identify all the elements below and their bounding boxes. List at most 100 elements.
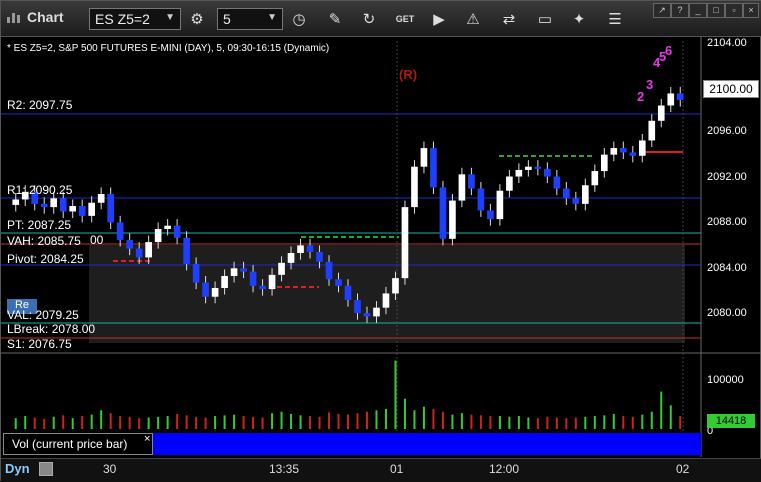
price-chart[interactable]: (R) 2 3 4 5 6 [1,1,761,482]
volume-bar [33,417,36,429]
candle-body [59,198,67,212]
candle-body [563,188,570,199]
candle-body [135,248,143,258]
candle-body [515,169,523,177]
volume-bar [271,413,274,429]
candle-body [50,198,58,208]
volume-bar [441,411,444,429]
volume-bar [328,412,331,429]
chart-info: * ES Z5=2, S&P 500 FUTURES E-MINI (DAY),… [7,43,330,54]
seq-label-3: 3 [646,77,653,92]
volume-bar [90,414,93,429]
candle-body [430,148,437,188]
candle-body [553,176,561,189]
volume-bar [109,413,112,429]
volume-bar [584,416,587,429]
volume-bar [403,398,406,429]
candle-body [648,120,656,141]
candle-body [116,222,124,240]
candle-body [154,228,162,243]
volume-bar [384,408,387,429]
volume-bar [100,410,103,429]
candle-body [657,105,665,121]
price-tick-2096: 2096.00 [707,125,747,137]
volume-bar [318,416,321,429]
volume-bar [679,416,682,429]
candle-body [97,194,105,203]
time-tick-02: 02 [676,462,690,476]
candle-body [259,285,266,290]
volume-bar [347,414,349,429]
volume-bar [612,413,615,429]
candle-body [506,176,513,191]
volume-bar [62,415,65,429]
candle-body [78,206,86,216]
volume-bar [337,413,340,429]
candle-body [610,148,618,155]
s1-label: S1: 2076.75 [7,337,72,351]
candle-body [449,200,456,239]
candle-body [69,206,77,212]
volume-bars-group [14,360,682,429]
volume-bar [470,414,473,429]
candle-body [582,185,589,204]
seq-label-6: 6 [665,43,672,58]
candle-body [316,251,323,262]
candle-body [249,271,257,286]
candle-body [354,300,361,314]
volume-bar [536,418,539,429]
volume-bar [451,414,454,429]
volume-bar [52,416,55,429]
candle-body [335,279,342,286]
candle-body [88,202,96,216]
seq-label-2: 2 [637,89,644,104]
volume-study-label[interactable]: Vol (current price bar) [3,433,153,455]
candle-body [183,237,190,264]
candle-body [496,190,504,220]
zoom-icon[interactable] [39,462,53,476]
volume-bar [214,416,217,429]
volume-bar [356,413,359,429]
candle-body [477,188,485,211]
volume-bar [641,414,644,429]
candle-body [230,268,238,276]
r2-label: R2: 2097.75 [7,98,73,112]
candle-body [544,168,551,177]
volume-bar [669,405,672,429]
volume-bar [223,415,226,429]
volume-bar [157,416,160,429]
volume-bar [233,414,236,429]
candle-body [382,293,390,308]
candle-body [145,242,152,258]
volume-bar [280,411,283,429]
volume-bar [603,415,606,429]
candle-body [534,166,542,169]
price-tick-2104: 2104.00 [707,37,747,49]
volume-bar [489,416,492,429]
candle-body [600,154,608,172]
candle-body [629,152,637,156]
time-tick-30: 30 [103,462,117,476]
candle-body [411,166,418,208]
candle-body [667,93,675,106]
candle-body [211,287,219,297]
candle-body [619,148,627,153]
candle-body [373,307,380,317]
last-volume-badge: 14418 [707,414,755,428]
volume-bar [546,416,549,429]
candle-body [107,194,114,223]
candle-body [638,140,646,156]
vah-label: VAH: 2085.75 [7,234,81,248]
candle-body [126,239,133,249]
candle-body [401,207,409,279]
volume-study-close-icon[interactable]: × [144,433,150,445]
pt-label: PT: 2087.25 [7,218,72,232]
price-tick-2080: 2080.00 [707,307,747,319]
volume-bar [128,416,131,429]
volume-bar [365,411,368,429]
volume-bar [242,416,245,429]
price-tick-2084: 2084.00 [707,262,747,274]
volume-bar [565,418,568,429]
volume-axis-tick: 100000 [707,374,744,386]
dynamic-toggle[interactable]: Dyn [5,461,30,476]
